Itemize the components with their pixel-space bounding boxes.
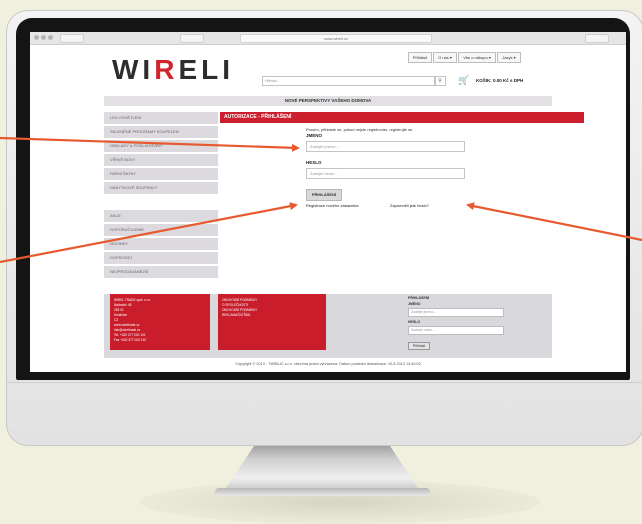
logo-text-accent: R xyxy=(154,54,179,85)
sidebar-item-bestsellers[interactable]: NEJPRODÁVANĚJŠÍ xyxy=(104,266,218,278)
footer-company-info: WIREL TRADE spol. s r.o. Nádražní 45 253… xyxy=(110,294,210,350)
register-link[interactable]: Registrace nového zákazníka xyxy=(306,203,358,208)
footer-login-button[interactable]: Přihlásit xyxy=(408,342,430,350)
copyright-text: Copyright © 2013 · TWIBLIC s.r.o. všechn… xyxy=(235,362,421,366)
url-bar[interactable]: www.wireli.cz xyxy=(240,34,432,43)
search-icon[interactable]: ⚲ xyxy=(434,76,446,86)
maximize-dot-icon[interactable] xyxy=(48,35,53,40)
footer-name-input[interactable]: Zadejte jméno... xyxy=(408,308,504,317)
cart-total[interactable]: KOŠÍK: 0.00 Kč s DPH xyxy=(476,78,523,83)
footer-links: OBCHODNÍ PODMÍNKY O SPOLEČNOSTI OBCHODNÍ… xyxy=(218,294,326,350)
sidebar-item-recommended[interactable]: DOPORUČUJEME xyxy=(104,224,218,236)
browser-screen: www.wireli.cz WIRELI Přihlásit O nás ▾ V… xyxy=(30,32,626,372)
page-footer: WIREL TRADE spol. s r.o. Nádražní 45 253… xyxy=(104,294,552,358)
password-input[interactable]: Zadejte heslo... xyxy=(306,168,465,179)
sidebar-item-sale[interactable]: AKCE xyxy=(104,210,218,222)
cart-icon[interactable]: 🛒 xyxy=(458,75,469,86)
sidebar-item-led[interactable]: LED OSVĚTLENÍ xyxy=(104,112,218,124)
top-link-shopping[interactable]: Vše o nákupu ▾ xyxy=(458,52,496,63)
password-label: HESLO xyxy=(306,160,322,165)
reload-button[interactable] xyxy=(180,34,204,43)
footer-password-input[interactable]: Zadejte heslo... xyxy=(408,326,504,335)
logo-text-right: ELI xyxy=(178,54,235,85)
login-intro-text: Prosím, přihlaste se, pokud nejste regis… xyxy=(306,127,414,132)
sidebar-item-whirlpool[interactable]: VÍŘIVÉ BOXY xyxy=(104,154,218,166)
top-link-login[interactable]: Přihlásit xyxy=(408,52,432,63)
top-link-language[interactable]: Jazyk ▾ xyxy=(497,52,521,63)
forgot-password-link[interactable]: Zapomněli jste heslo? xyxy=(390,203,429,208)
monitor-stand-base xyxy=(215,488,430,496)
logo-text-left: WI xyxy=(112,54,155,85)
sidebar-item-glass[interactable]: SKLENĚNÉ PROGRAMY KOUPELEN xyxy=(104,126,218,138)
category-sidebar: LED OSVĚTLENÍ SKLENĚNÉ PROGRAMY KOUPELEN… xyxy=(104,112,218,280)
footer-login-title: PŘIHLÁŠENÍ xyxy=(408,296,430,300)
back-forward-button[interactable] xyxy=(60,34,84,43)
login-button[interactable]: PŘIHLÁŠENÍ xyxy=(306,189,342,201)
monitor-stand xyxy=(222,440,422,494)
company-line: Fax +420 377 000 210 xyxy=(114,338,146,342)
footer-login-panel: PŘIHLÁŠENÍ JMÉNO Zadejte jméno... HESLO … xyxy=(404,294,514,350)
top-link-about[interactable]: O nás ▾ xyxy=(433,52,457,63)
footer-name-label: JMÉNO xyxy=(408,302,421,306)
page-title: AUTORIZACE - PŘIHLÁŠENÍ xyxy=(220,112,584,123)
footer-link[interactable]: REKLAMAČNÍ ŘÁD xyxy=(222,313,322,318)
wireli-logo[interactable]: WIRELI xyxy=(112,54,234,86)
name-input[interactable]: Zadejte jméno... xyxy=(306,141,465,152)
footer-password-label: HESLO xyxy=(408,320,421,324)
minimize-dot-icon[interactable] xyxy=(41,35,46,40)
sidebar-item-furniture[interactable]: NÁBYTKOVÉ SOUPRAVY xyxy=(104,182,218,194)
sidebar-item-steam[interactable]: PARNÍ ŠATNY xyxy=(104,168,218,180)
monitor-chin-line xyxy=(6,382,642,383)
browser-toolbar: www.wireli.cz xyxy=(30,32,626,45)
tagline-banner: NOVÉ PERSPEKTIVY VAŠEHO DOMOVA xyxy=(104,96,552,106)
search-input[interactable]: Hledat... xyxy=(262,76,436,86)
sidebar-item-new[interactable]: NOVINKY xyxy=(104,238,218,250)
sidebar-item-tiles[interactable]: OBKLADY & PODLAHOVINY xyxy=(104,140,218,152)
name-label: JMÉNO xyxy=(306,133,323,138)
close-dot-icon[interactable] xyxy=(34,35,39,40)
sidebar-item-clearance[interactable]: DOPRODEJ xyxy=(104,252,218,264)
share-button[interactable] xyxy=(585,34,609,43)
